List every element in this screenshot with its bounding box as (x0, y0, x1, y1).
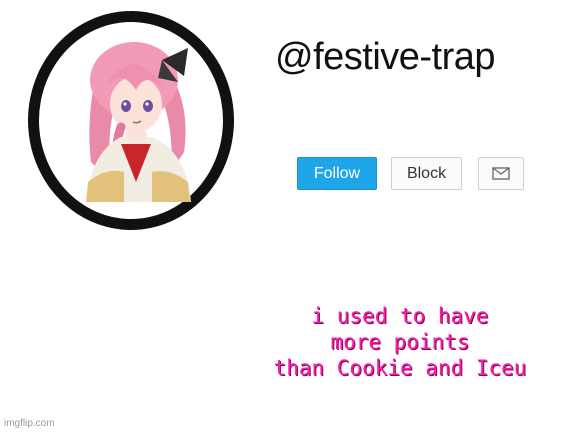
block-button[interactable]: Block (391, 157, 462, 190)
meme-template: @festive-trap Follow Block i used to hav… (0, 0, 577, 433)
meme-caption: i used to have more points than Cookie a… (236, 303, 564, 381)
caption-line: more points (330, 330, 470, 354)
avatar (86, 42, 191, 202)
watermark: imgflip.com (4, 418, 55, 429)
follow-button[interactable]: Follow (297, 157, 377, 190)
envelope-icon (492, 167, 510, 180)
caption-line: than Cookie and Iceu (273, 356, 527, 380)
profile-username: @festive-trap (275, 36, 496, 78)
message-button[interactable] (478, 157, 524, 190)
caption-line: i used to have (311, 304, 489, 328)
